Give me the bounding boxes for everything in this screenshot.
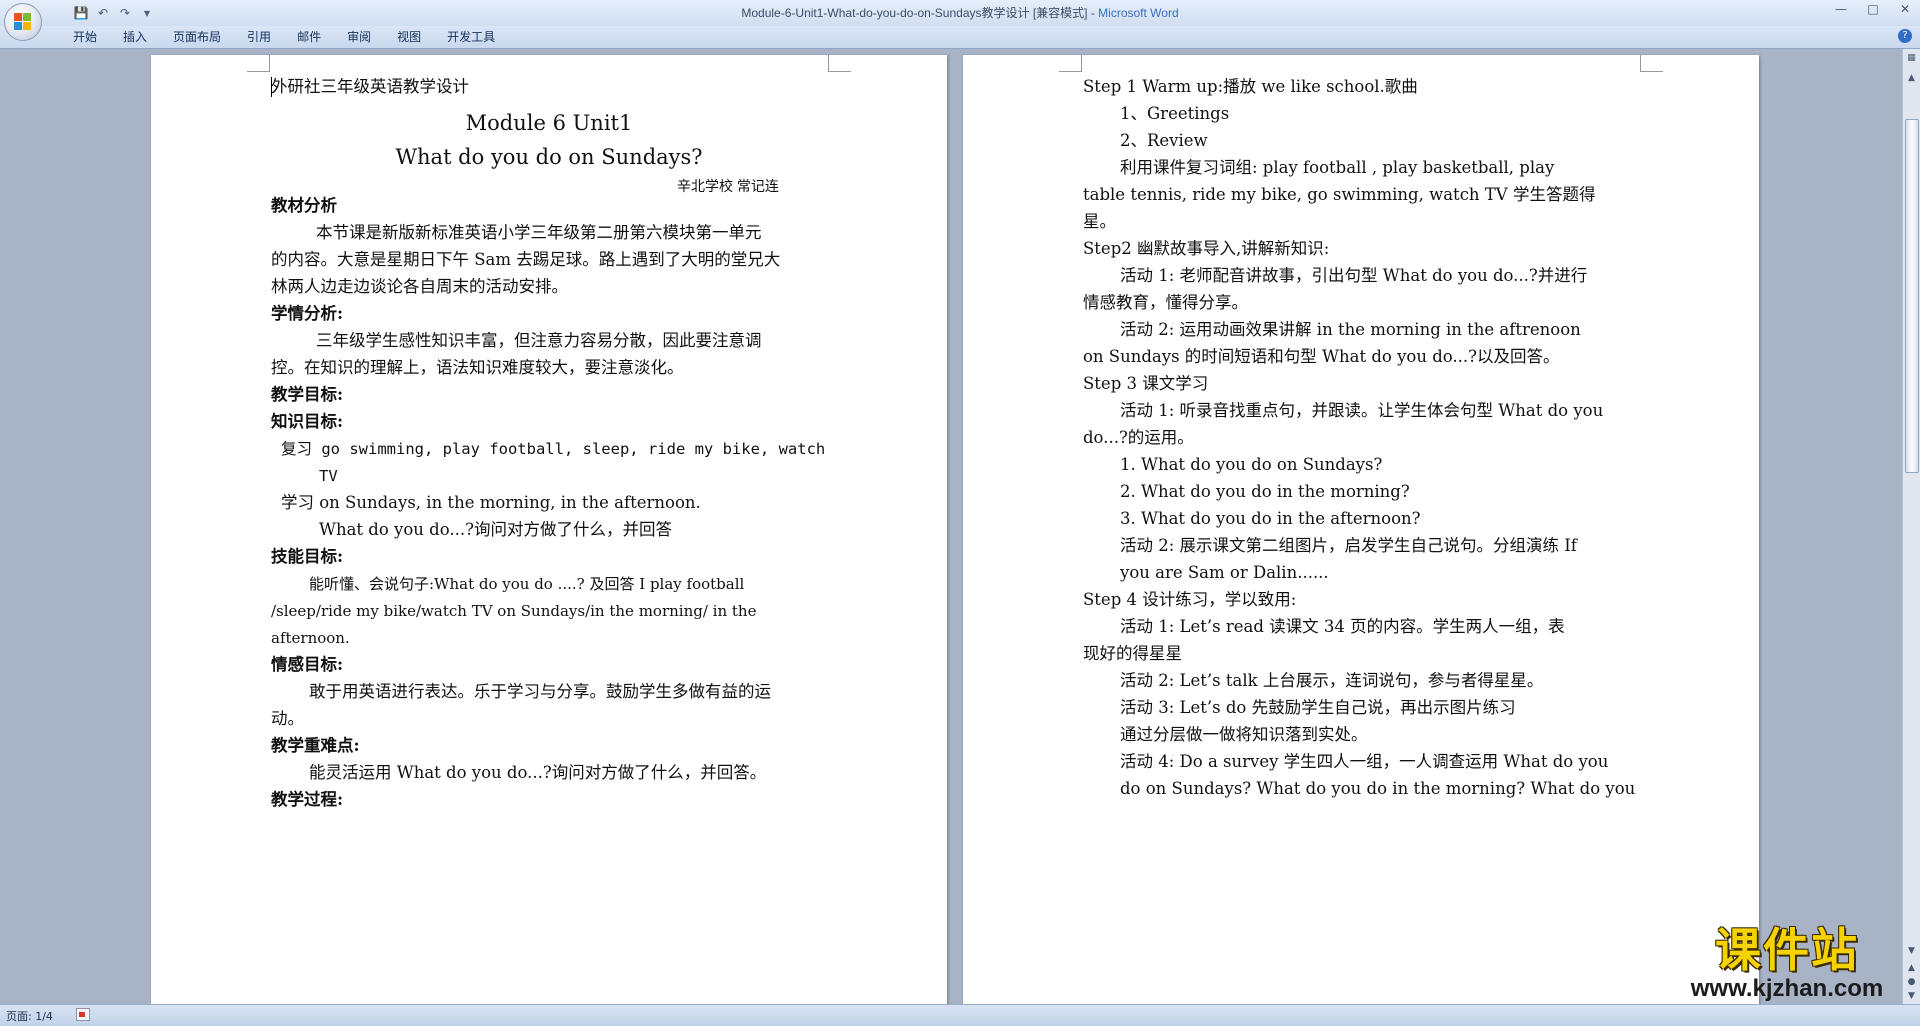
close-button[interactable]: ✕ xyxy=(1896,2,1914,16)
paragraph-line: Step2 幽默故事导入,讲解新知识: xyxy=(1083,239,1330,258)
ruler-toggle-icon[interactable]: ▦ xyxy=(1904,51,1919,66)
scroll-thumb[interactable] xyxy=(1905,119,1919,473)
paragraph-line: 1. What do you do on Sundays? xyxy=(1120,455,1383,474)
office-button[interactable] xyxy=(4,3,42,41)
section-heading: 技能目标: xyxy=(271,547,344,566)
section-heading: 知识目标: xyxy=(271,412,344,431)
site-watermark: 课件站 www.kjzhan.com xyxy=(1672,922,1902,1002)
section-heading: 学情分析: xyxy=(271,304,344,323)
scroll-down-icon[interactable]: ▼ xyxy=(1904,944,1919,959)
document-workspace: 外研社三年级英语教学设计 Module 6 Unit1 What do you … xyxy=(0,49,1903,1004)
paragraph-line: 通过分层做一做将知识落到实处。 xyxy=(1120,725,1368,744)
paragraph-line: 活动 1: Let’s read 读课文 34 页的内容。学生两人一组，表 xyxy=(1120,617,1565,636)
paragraph-line: 活动 1: 老师配音讲故事，引出句型 What do you do...?并进行 xyxy=(1120,266,1588,285)
doc-title-1: Module 6 Unit1 xyxy=(465,111,633,135)
header-line: 外研社三年级英语教学设计 xyxy=(271,77,469,96)
paragraph-line: on Sundays 的时间短语和句型 What do you do...?以及… xyxy=(1083,347,1560,366)
paragraph-line: 星。 xyxy=(1083,212,1116,231)
paragraph-line: 3. What do you do in the afternoon? xyxy=(1120,509,1421,528)
window-title: Module-6-Unit1-What-do-you-do-on-Sundays… xyxy=(0,4,1920,21)
paragraph-line: TV xyxy=(319,467,338,485)
paragraph-line: Step 3 课文学习 xyxy=(1083,374,1209,393)
paragraph-line: Step 4 设计练习，学以致用: xyxy=(1083,590,1297,609)
section-heading: 教学重难点: xyxy=(271,736,360,755)
proofing-status-icon[interactable] xyxy=(76,1008,90,1021)
office-logo-icon xyxy=(14,13,32,31)
section-heading: 教学目标: xyxy=(271,385,344,404)
paragraph-line: 复习 go swimming, play football, sleep, ri… xyxy=(281,440,826,458)
document-page-2[interactable]: Step 1 Warm up:播放 we like school.歌曲 1、Gr… xyxy=(963,55,1759,1004)
page-count[interactable]: 页面: 1/4 xyxy=(6,1008,53,1024)
paragraph-line: 三年级学生感性知识丰富，但注意力容易分散，因此要注意调 xyxy=(316,331,762,350)
paragraph-line: do on Sundays? What do you do in the mor… xyxy=(1120,779,1636,798)
paragraph-line: What do you do...?询问对方做了什么，并回答 xyxy=(319,520,672,539)
paragraph-line: 控。在知识的理解上，语法知识难度较大，要注意淡化。 xyxy=(271,358,684,377)
tab-mailings[interactable]: 邮件 xyxy=(284,29,334,45)
paragraph-line: 活动 2: 展示课文第二组图片，启发学生自己说句。分组演练 If xyxy=(1120,536,1577,555)
help-icon[interactable]: ? xyxy=(1898,29,1912,43)
paragraph-line: 动。 xyxy=(271,709,304,728)
section-heading: 教材分析 xyxy=(271,196,337,215)
paragraph-line: table tennis, ride my bike, go swimming,… xyxy=(1083,185,1596,204)
ribbon-tab-bar: 开始 插入 页面布局 引用 邮件 审阅 视图 开发工具 ? xyxy=(0,26,1920,49)
paragraph-line: do...?的运用。 xyxy=(1083,428,1194,447)
vertical-scrollbar[interactable]: ▦ ▲ ▼ ▲ ● ▼ xyxy=(1902,49,1920,1004)
paragraph-line: 2、Review xyxy=(1120,131,1208,150)
paragraph-line: 利用课件复习词组: play football , play basketbal… xyxy=(1120,158,1555,177)
next-page-icon[interactable]: ▼ xyxy=(1904,989,1919,1004)
paragraph-line: 的内容。大意是星期日下午 Sam 去踢足球。路上遇到了大明的堂兄大 xyxy=(271,250,781,269)
tab-page-layout[interactable]: 页面布局 xyxy=(160,29,234,45)
app-name: Microsoft Word xyxy=(1098,6,1179,20)
tab-references[interactable]: 引用 xyxy=(234,29,284,45)
paragraph-line: you are Sam or Dalin...... xyxy=(1120,563,1329,582)
paragraph-line: 能灵活运用 What do you do...?询问对方做了什么，并回答。 xyxy=(309,763,767,782)
ribbon-tabs: 开始 插入 页面布局 引用 邮件 审阅 视图 开发工具 xyxy=(60,29,508,45)
paragraph-line: afternoon. xyxy=(271,629,350,647)
paragraph-line: 情感教育，懂得分享。 xyxy=(1083,293,1248,312)
author-line: 辛北学校 常记连 xyxy=(677,178,779,194)
document-page-1[interactable]: 外研社三年级英语教学设计 Module 6 Unit1 What do you … xyxy=(151,55,947,1004)
paragraph-line: 活动 2: Let’s talk 上台展示，连词说句，参与者得星星。 xyxy=(1120,671,1544,690)
paragraph-line: 活动 1: 听录音找重点句，并跟读。让学生体会句型 What do you xyxy=(1120,401,1604,420)
doc-title-2: What do you do on Sundays? xyxy=(395,145,703,169)
paragraph-line: 林两人边走边谈论各自周末的活动安排。 xyxy=(271,277,568,296)
maximize-button[interactable]: □ xyxy=(1864,2,1882,16)
title-bar: 💾 ↶ ↷ ▾ Module-6-Unit1-What-do-you-do-on… xyxy=(0,0,1920,41)
paragraph-line: 活动 2: 运用动画效果讲解 in the morning in the aft… xyxy=(1120,320,1581,339)
tab-view[interactable]: 视图 xyxy=(384,29,434,45)
tab-review[interactable]: 审阅 xyxy=(334,29,384,45)
previous-page-icon[interactable]: ▲ xyxy=(1904,961,1919,976)
paragraph-line: 现好的得星星 xyxy=(1083,644,1182,663)
tab-home[interactable]: 开始 xyxy=(60,29,110,45)
status-bar: 页面: 1/4 xyxy=(0,1004,1920,1026)
paragraph-line: 能听懂、会说句子:What do you do ....? 及回答 I play… xyxy=(309,575,745,593)
browse-object-icon[interactable]: ● xyxy=(1904,975,1919,990)
paragraph-line: 活动 3: Let’s do 先鼓励学生自己说，再出示图片练习 xyxy=(1120,698,1516,717)
window-controls: — □ ✕ xyxy=(1832,2,1914,16)
watermark-url: www.kjzhan.com xyxy=(1690,975,1884,1002)
scroll-up-icon[interactable]: ▲ xyxy=(1904,71,1919,86)
minimize-button[interactable]: — xyxy=(1832,2,1850,16)
paragraph-line: 本节课是新版新标准英语小学三年级第二册第六模块第一单元 xyxy=(316,223,762,242)
paragraph-line: 2. What do you do in the morning? xyxy=(1120,482,1410,501)
tab-insert[interactable]: 插入 xyxy=(110,29,160,45)
paragraph-line: 活动 4: Do a survey 学生四人一组，一人调查运用 What do … xyxy=(1120,752,1609,771)
paragraph-line: 1、Greetings xyxy=(1120,104,1230,123)
section-heading: 教学过程: xyxy=(271,790,344,809)
paragraph-line: Step 1 Warm up:播放 we like school.歌曲 xyxy=(1083,77,1418,96)
tab-developer[interactable]: 开发工具 xyxy=(434,29,508,45)
watermark-text: 课件站 xyxy=(1715,923,1859,977)
paragraph-line: /sleep/ride my bike/watch TV on Sundays/… xyxy=(271,602,757,620)
paragraph-line: 敢于用英语进行表达。乐于学习与分享。鼓励学生多做有益的运 xyxy=(309,682,771,701)
paragraph-line: 学习 on Sundays, in the morning, in the af… xyxy=(281,493,701,512)
document-title: Module-6-Unit1-What-do-you-do-on-Sundays… xyxy=(741,6,1099,20)
section-heading: 情感目标: xyxy=(271,655,344,674)
